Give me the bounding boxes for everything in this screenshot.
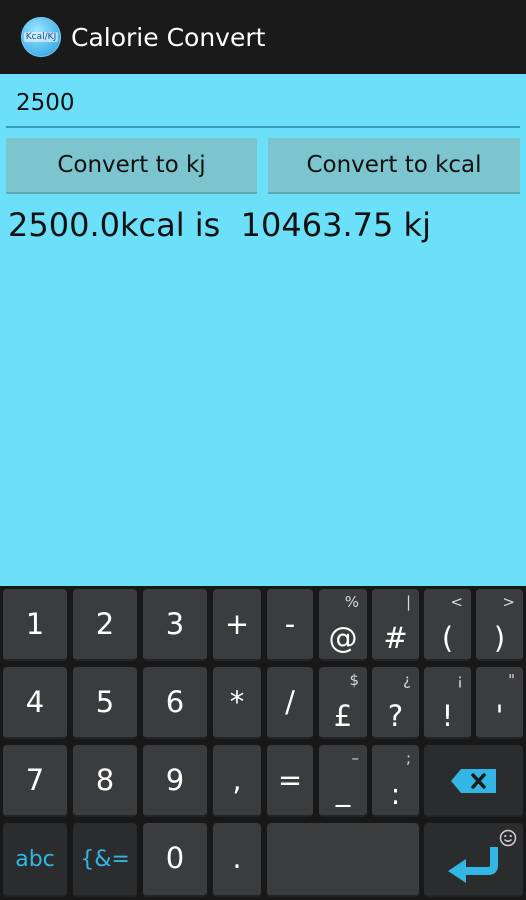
result-text: 2500.0kcal is 10463.75 kj <box>8 206 431 244</box>
convert-to-kcal-button[interactable]: Convert to kcal <box>268 138 520 194</box>
key-exclamation[interactable]: ¡! <box>424 667 471 739</box>
calorie-input[interactable] <box>6 82 520 124</box>
soft-keyboard: 1 2 3 + - % @ | # <( >) 4 5 6 * / $ £ ¿? ¡!… <box>0 586 526 900</box>
key-period[interactable]: . <box>213 823 261 897</box>
key-hash[interactable]: | # <box>372 589 419 661</box>
key-8[interactable]: 8 <box>73 745 137 817</box>
app-logo-text: Kcal/KJ <box>23 32 59 42</box>
enter-key[interactable] <box>424 823 523 897</box>
key-minus[interactable]: - <box>267 589 313 661</box>
key-2[interactable]: 2 <box>73 589 137 661</box>
key-slash[interactable]: / <box>267 667 313 739</box>
key-0[interactable]: 0 <box>143 823 207 897</box>
key-open-paren[interactable]: <( <box>424 589 471 661</box>
key-6[interactable]: 6 <box>143 667 207 739</box>
key-9[interactable]: 9 <box>143 745 207 817</box>
key-comma[interactable]: , <box>213 745 261 817</box>
app-logo-icon: Kcal/KJ <box>21 17 61 57</box>
key-apostrophe[interactable]: " ' <box>476 667 523 739</box>
key-plus[interactable]: + <box>213 589 261 661</box>
key-5[interactable]: 5 <box>73 667 137 739</box>
enter-icon <box>448 847 498 883</box>
key-3[interactable]: 3 <box>143 589 207 661</box>
key-at[interactable]: % @ <box>319 589 367 661</box>
backspace-icon <box>451 769 496 793</box>
key-pound[interactable]: $ £ <box>319 667 367 739</box>
key-colon[interactable]: ;: <box>372 745 419 817</box>
space-key[interactable] <box>267 823 419 897</box>
key-underscore[interactable]: – _ <box>319 745 367 817</box>
main-content: Convert to kj Convert to kcal 2500.0kcal… <box>0 74 526 586</box>
key-symbols[interactable]: {&= <box>73 823 137 897</box>
key-question[interactable]: ¿? <box>372 667 419 739</box>
action-bar: Kcal/KJ Calorie Convert <box>0 0 526 74</box>
convert-to-kj-button[interactable]: Convert to kj <box>6 138 257 194</box>
key-abc[interactable]: abc <box>3 823 67 897</box>
key-equals[interactable]: = <box>267 745 313 817</box>
key-7[interactable]: 7 <box>3 745 67 817</box>
key-1[interactable]: 1 <box>3 589 67 661</box>
calorie-input-container <box>6 82 520 128</box>
key-close-paren[interactable]: >) <box>476 589 523 661</box>
key-asterisk[interactable]: * <box>213 667 261 739</box>
app-title: Calorie Convert <box>71 22 266 52</box>
key-4[interactable]: 4 <box>3 667 67 739</box>
delete-key[interactable] <box>424 745 523 817</box>
